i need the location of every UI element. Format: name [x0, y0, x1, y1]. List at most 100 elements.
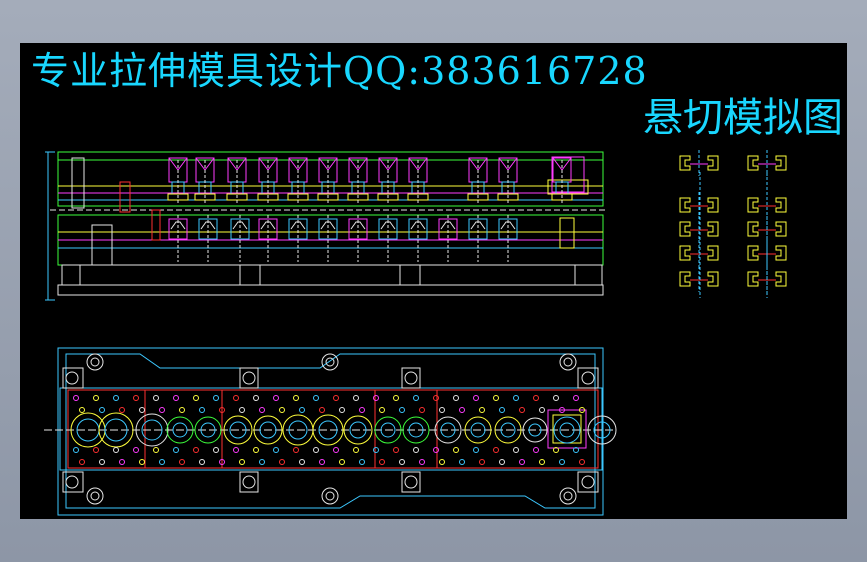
- bolt-hole: [333, 395, 339, 401]
- bolt-hole: [493, 447, 499, 453]
- bolt-hole: [499, 459, 505, 465]
- bolt-hole: [453, 447, 459, 453]
- die-station: [348, 215, 368, 262]
- bolt-hole: [213, 447, 219, 453]
- bolt-hole: [359, 407, 365, 413]
- bolt-hole: [273, 395, 279, 401]
- bolt-hole: [353, 447, 359, 453]
- bolt-hole: [299, 407, 305, 413]
- bolt-hole: [533, 447, 539, 453]
- bolt-hole: [173, 395, 179, 401]
- bolt-hole: [333, 447, 339, 453]
- bolt-hole: [293, 395, 299, 401]
- bolt-hole: [193, 395, 199, 401]
- bolt-hole: [539, 459, 545, 465]
- bolt-hole: [239, 407, 245, 413]
- cut-simulation-view: [679, 150, 787, 298]
- bolt-hole: [233, 395, 239, 401]
- bolt-hole: [313, 395, 319, 401]
- bolt-hole: [279, 407, 285, 413]
- bolt-hole: [533, 395, 539, 401]
- bolt-hole: [253, 395, 259, 401]
- bolt-hole: [419, 459, 425, 465]
- bolt-hole: [513, 447, 519, 453]
- die-station: [318, 215, 338, 262]
- bolt-hole: [539, 407, 545, 413]
- bolt-hole: [399, 459, 405, 465]
- lower-die-row: [168, 215, 518, 262]
- punch-station: [257, 157, 279, 205]
- bolt-hole: [379, 459, 385, 465]
- bolt-hole: [459, 459, 465, 465]
- bolt-hole: [99, 407, 105, 413]
- bolt-hole: [113, 447, 119, 453]
- die-station: [168, 215, 188, 262]
- bolt-hole: [513, 395, 519, 401]
- bolt-hole: [273, 447, 279, 453]
- bolt-hole: [339, 459, 345, 465]
- bolt-hole: [379, 407, 385, 413]
- bolt-hole: [313, 447, 319, 453]
- bolt-hole: [553, 395, 559, 401]
- side-elevation-view: [45, 151, 605, 301]
- bolt-hole: [473, 395, 479, 401]
- cut-profile: [679, 216, 719, 242]
- die-station: [258, 215, 278, 262]
- bolt-hole: [153, 395, 159, 401]
- punch-station: [347, 157, 369, 205]
- bolt-hole: [439, 459, 445, 465]
- punch-station: [407, 157, 429, 205]
- bolt-hole: [259, 407, 265, 413]
- bolt-hole: [559, 459, 565, 465]
- bolt-hole: [479, 459, 485, 465]
- cut-profile: [679, 240, 719, 266]
- die-station-circle: [312, 414, 344, 446]
- punch-station: [317, 157, 339, 205]
- bolt-hole: [393, 395, 399, 401]
- die-station: [468, 215, 488, 262]
- die-station: [408, 215, 428, 262]
- cut-profile: [679, 266, 719, 292]
- bolt-hole: [199, 459, 205, 465]
- bolt-hole: [573, 395, 579, 401]
- bolt-hole: [159, 459, 165, 465]
- bolt-hole: [433, 395, 439, 401]
- bolt-hole: [413, 447, 419, 453]
- bolt-hole: [253, 447, 259, 453]
- bolt-hole: [73, 447, 79, 453]
- cad-drawing: [44, 150, 787, 516]
- bolt-hole: [413, 395, 419, 401]
- bolt-hole: [159, 407, 165, 413]
- bolt-hole: [453, 395, 459, 401]
- bolt-hole: [479, 407, 485, 413]
- punch-station: [194, 157, 216, 205]
- bolt-hole: [133, 447, 139, 453]
- bolt-hole: [419, 407, 425, 413]
- bolt-hole: [139, 407, 145, 413]
- die-station: [498, 215, 518, 262]
- bolt-hole: [339, 407, 345, 413]
- punch-station: [497, 157, 519, 205]
- cut-profile: [679, 150, 719, 176]
- bolt-hole: [353, 395, 359, 401]
- bolt-hole: [179, 407, 185, 413]
- bolt-hole: [99, 459, 105, 465]
- punch-station: [467, 157, 489, 205]
- bolt-hole: [433, 447, 439, 453]
- bolt-hole: [259, 459, 265, 465]
- bolt-hole: [319, 407, 325, 413]
- bolt-hole: [459, 407, 465, 413]
- bolt-hole: [293, 447, 299, 453]
- bolt-hole: [439, 407, 445, 413]
- bolt-hole: [119, 407, 125, 413]
- die-station-circle: [135, 413, 169, 447]
- die-station: [230, 215, 250, 262]
- die-station: [438, 215, 458, 262]
- cut-profile: [679, 192, 719, 218]
- bolt-hole: [519, 459, 525, 465]
- bolt-hole: [153, 447, 159, 453]
- bolt-hole: [79, 459, 85, 465]
- bolt-hole: [239, 459, 245, 465]
- bolt-hole: [373, 395, 379, 401]
- bolt-hole: [473, 447, 479, 453]
